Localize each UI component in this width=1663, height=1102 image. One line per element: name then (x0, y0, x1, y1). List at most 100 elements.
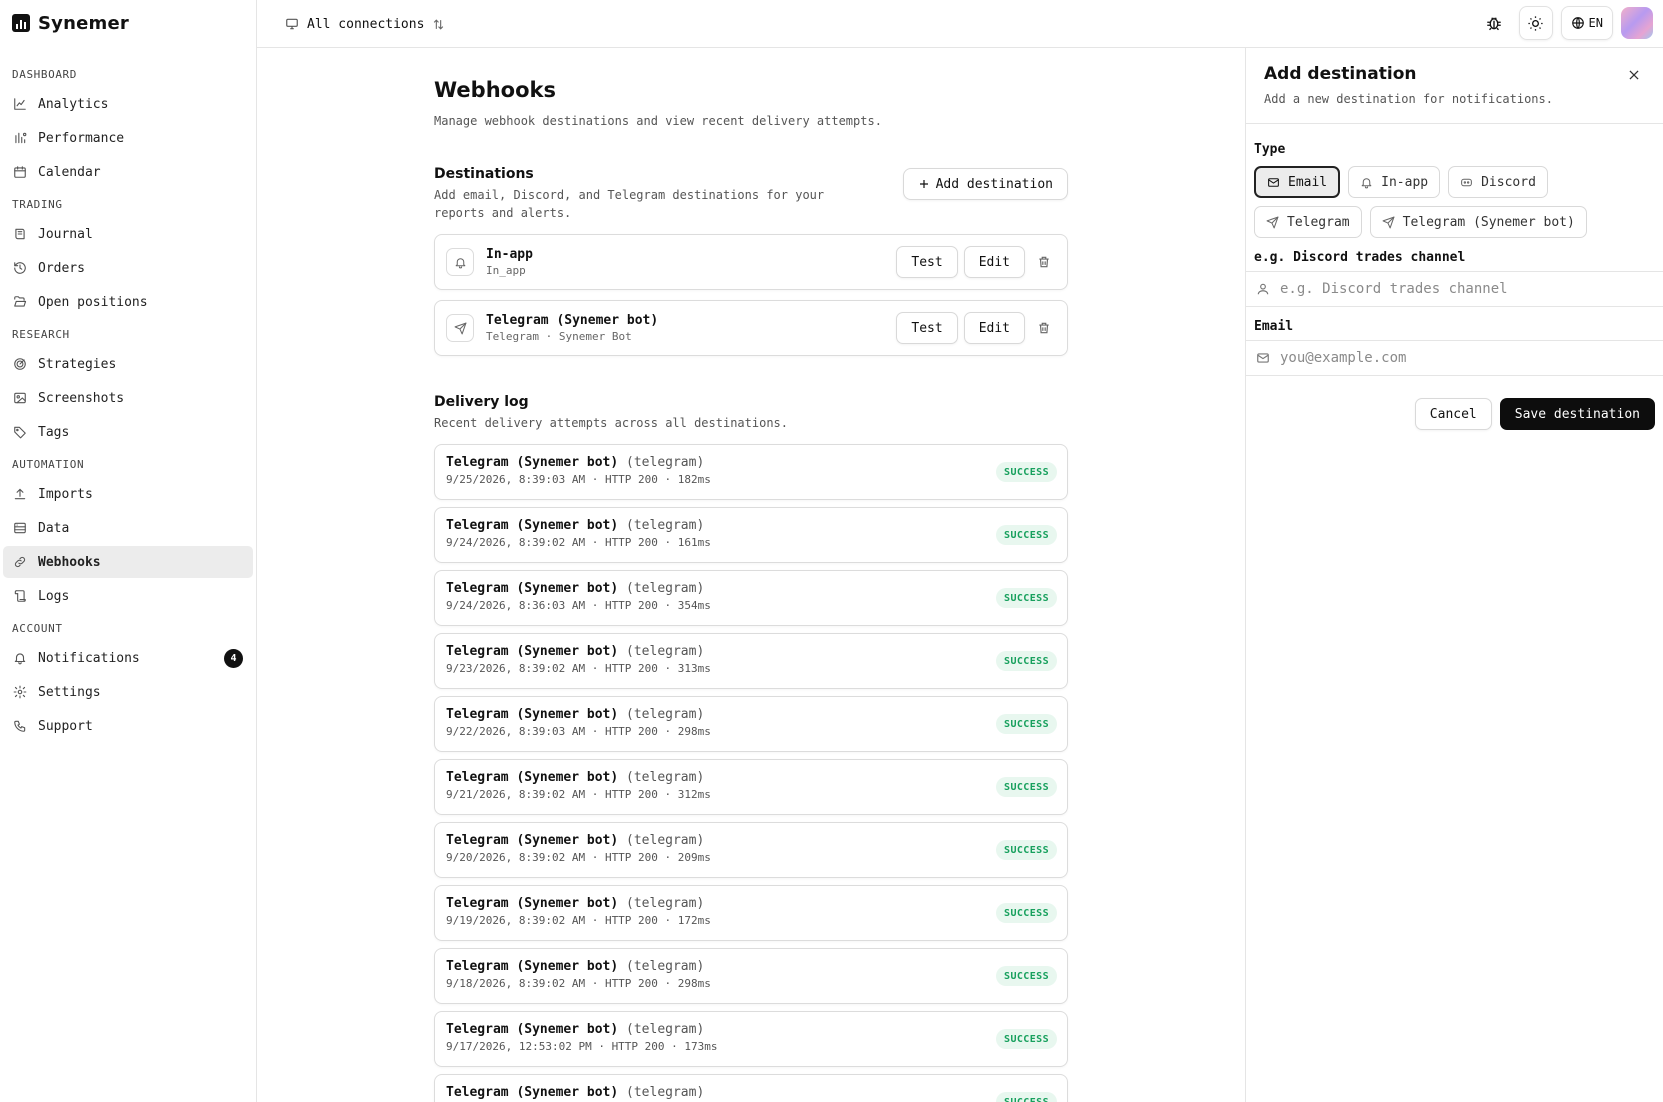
trash-icon (1037, 321, 1051, 335)
sidebar-item-journal[interactable]: Journal (3, 218, 253, 250)
log-meta: 9/19/2026, 8:39:02 AM · HTTP 200 · 172ms (446, 914, 711, 927)
target-icon (12, 356, 28, 372)
nav-section-research: RESEARCH (12, 328, 70, 341)
nav-section-trading: TRADING (12, 198, 63, 211)
type-option-email[interactable]: Email (1254, 166, 1341, 198)
sidebar-item-label: Tags (38, 424, 70, 440)
sidebar-item-performance[interactable]: Performance (3, 122, 253, 154)
destination-card: Telegram (Synemer bot) Telegram · Synemer… (434, 300, 1068, 356)
sidebar-item-analytics[interactable]: Analytics (3, 88, 253, 120)
log-title: Telegram (Synemer bot) (telegram) (446, 644, 1056, 659)
gear-icon (12, 684, 28, 700)
user-avatar[interactable] (1621, 7, 1653, 39)
sidebar-item-support[interactable]: Support (3, 710, 253, 742)
sidebar-item-imports[interactable]: Imports (3, 478, 253, 510)
sidebar-item-open-positions[interactable]: Open positions (3, 286, 253, 318)
type-option-in-app[interactable]: In-app (1348, 166, 1441, 198)
log-title: Telegram (Synemer bot) (telegram) (446, 833, 1056, 848)
log-destination-kind: (telegram) (626, 896, 705, 911)
sidebar-item-webhooks[interactable]: Webhooks (3, 546, 253, 578)
email-input[interactable] (1280, 350, 1610, 366)
test-button[interactable]: Test (896, 312, 958, 344)
sidebar-item-strategies[interactable]: Strategies (3, 348, 253, 380)
nav-section-automation: AUTOMATION (12, 458, 85, 471)
user-icon (1256, 282, 1270, 296)
sidebar-item-settings[interactable]: Settings (3, 676, 253, 708)
log-destination-name: Telegram (Synemer bot) (446, 581, 619, 596)
topbar-actions: EN (1477, 6, 1653, 40)
bars-icon (12, 130, 28, 146)
sidebar-item-screenshots[interactable]: Screenshots (3, 382, 253, 414)
delivery-log-row[interactable]: Telegram (Synemer bot) (telegram) 9/19/20… (434, 885, 1068, 941)
email-field (1246, 340, 1663, 376)
delete-button[interactable] (1031, 312, 1057, 344)
save-destination-button[interactable]: Save destination (1499, 398, 1655, 430)
close-icon (1627, 68, 1641, 82)
log-destination-kind: (telegram) (626, 1022, 705, 1037)
test-button[interactable]: Test (896, 246, 958, 278)
trash-icon (1037, 255, 1051, 269)
sidebar-item-label: Performance (38, 130, 125, 146)
status-badge: SUCCESS (996, 525, 1057, 545)
send-icon (1382, 216, 1395, 229)
delivery-log-row[interactable]: Telegram (Synemer bot) (telegram) 9/20/20… (434, 822, 1068, 878)
type-option-label: Telegram (Synemer bot) (1402, 214, 1575, 230)
status-badge: SUCCESS (996, 714, 1057, 734)
sidebar-item-label: Strategies (38, 356, 117, 372)
delivery-log-row[interactable]: Telegram (Synemer bot) (telegram) 9/23/20… (434, 633, 1068, 689)
cancel-button[interactable]: Cancel (1414, 398, 1492, 430)
sidebar-item-label: Journal (38, 226, 93, 242)
delivery-log-row[interactable]: Telegram (Synemer bot) (telegram) 9/17/20… (434, 1011, 1068, 1067)
sidebar-item-data[interactable]: Data (3, 512, 253, 544)
delivery-log-row[interactable]: Telegram (Synemer bot) (telegram) 9/21/20… (434, 759, 1068, 815)
add-destination-button[interactable]: Add destination (902, 168, 1068, 200)
panel-actions: Cancel Save destination (1254, 398, 1655, 430)
status-badge: SUCCESS (996, 588, 1057, 608)
delivery-log-row[interactable]: Telegram (Synemer bot) (telegram) 9/18/20… (434, 948, 1068, 1004)
send-icon (1266, 216, 1279, 229)
scroll-icon (12, 588, 28, 604)
log-title: Telegram (Synemer bot) (telegram) (446, 770, 1056, 785)
brand-logo-icon (12, 14, 30, 32)
brand[interactable]: Synemer (12, 10, 129, 36)
edit-button[interactable]: Edit (963, 246, 1025, 278)
destination-card: In-app In_app Test Edit (434, 234, 1068, 290)
sidebar-item-orders[interactable]: Orders (3, 252, 253, 284)
webhooks-page: Webhooks Manage webhook destinations and… (434, 78, 1068, 1102)
type-option-discord[interactable]: Discord (1448, 166, 1548, 198)
type-option-label: In-app (1381, 174, 1429, 190)
log-destination-kind: (telegram) (626, 455, 705, 470)
destination-actions: Test Edit (896, 312, 1057, 344)
type-option-telegram-synemer-bot[interactable]: Telegram (Synemer bot) (1369, 206, 1587, 238)
sidebar-item-notifications[interactable]: Notifications 4 (3, 642, 253, 674)
log-meta: 9/18/2026, 8:39:02 AM · HTTP 200 · 298ms (446, 977, 711, 990)
delivery-log-row[interactable]: Telegram (Synemer bot) (telegram) 9/24/20… (434, 507, 1068, 563)
phone-icon (12, 718, 28, 734)
sidebar-item-calendar[interactable]: Calendar (3, 156, 253, 188)
type-option-telegram[interactable]: Telegram (1254, 206, 1362, 238)
delivery-log-row[interactable]: Telegram (Synemer bot) (telegram) SUCCESS (434, 1074, 1068, 1102)
close-panel-button[interactable] (1625, 66, 1643, 84)
log-title: Telegram (Synemer bot) (telegram) (446, 455, 1056, 470)
connections-selector[interactable]: All connections (285, 13, 445, 35)
notification-count-badge: 4 (224, 649, 243, 668)
name-input[interactable] (1280, 281, 1610, 297)
theme-toggle-button[interactable] (1518, 6, 1553, 40)
delivery-log-row[interactable]: Telegram (Synemer bot) (telegram) 9/22/20… (434, 696, 1068, 752)
log-meta: 9/24/2026, 8:39:02 AM · HTTP 200 · 161ms (446, 536, 711, 549)
log-destination-kind: (telegram) (626, 518, 705, 533)
delivery-log-row[interactable]: Telegram (Synemer bot) (telegram) 9/24/20… (434, 570, 1068, 626)
language-button[interactable]: EN (1560, 6, 1613, 40)
destinations-description: Add email, Discord, and Telegram destina… (434, 188, 825, 220)
sidebar-item-label: Calendar (38, 164, 101, 180)
delivery-log-row[interactable]: Telegram (Synemer bot) (telegram) 9/25/20… (434, 444, 1068, 500)
type-option-label: Email (1288, 174, 1328, 190)
sidebar-item-tags[interactable]: Tags (3, 416, 253, 448)
sidebar-item-logs[interactable]: Logs (3, 580, 253, 612)
bug-report-button[interactable] (1477, 6, 1511, 40)
delete-button[interactable] (1031, 246, 1057, 278)
edit-button[interactable]: Edit (963, 312, 1025, 344)
sidebar-item-label: Imports (38, 486, 93, 502)
sun-icon (1527, 15, 1544, 32)
log-destination-kind: (telegram) (626, 644, 705, 659)
